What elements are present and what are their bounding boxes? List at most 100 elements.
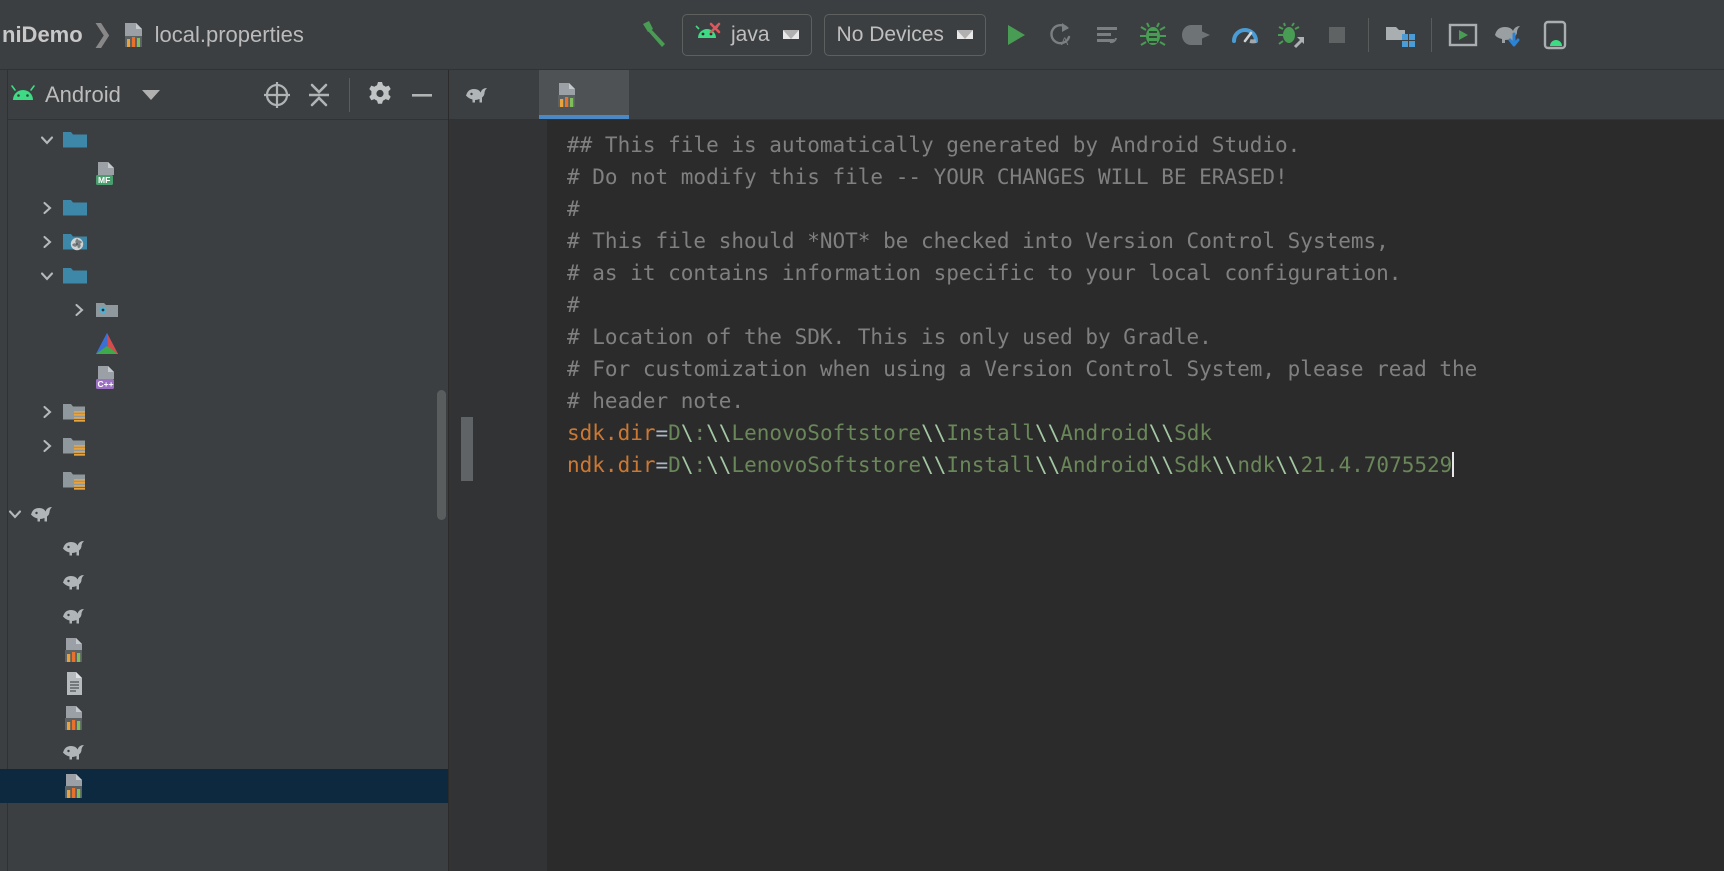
project-tree[interactable]: MF C++ <box>0 120 448 871</box>
project-view-selector[interactable]: Android <box>10 82 160 108</box>
line-number <box>449 161 547 193</box>
tree-row[interactable] <box>0 327 448 361</box>
modified-lines-marker <box>461 417 473 481</box>
line-number <box>449 321 547 353</box>
res-folder-icon <box>62 399 88 425</box>
line-number-gutter <box>449 120 547 871</box>
attach-debugger-icon[interactable] <box>1176 12 1222 58</box>
chevron-right-icon[interactable] <box>64 301 94 319</box>
tree-row[interactable] <box>0 429 448 463</box>
tree-row[interactable] <box>0 531 448 565</box>
attach-debugger-process-icon[interactable] <box>1268 12 1314 58</box>
code-comment: ## This file is automatically generated … <box>567 133 1301 157</box>
properties-file-icon <box>62 705 88 731</box>
chevron-right-icon[interactable] <box>32 437 62 455</box>
property-equals: = <box>655 453 669 477</box>
profiler-icon[interactable] <box>1222 12 1268 58</box>
apply-code-changes-icon[interactable] <box>1084 12 1130 58</box>
tree-row[interactable] <box>0 293 448 327</box>
build-hammer-icon[interactable] <box>630 12 676 58</box>
sdk-manager-icon[interactable] <box>1377 12 1423 58</box>
chevron-down-icon[interactable] <box>0 505 30 523</box>
breadcrumb-file-label: local.properties <box>154 21 304 47</box>
tree-row[interactable] <box>0 667 448 701</box>
code-line: # This file should *NOT* be checked into… <box>567 225 1724 257</box>
gear-icon[interactable] <box>360 75 400 115</box>
tree-row[interactable] <box>0 395 448 429</box>
editor-tab[interactable] <box>539 70 629 119</box>
code-line: # as it contains information specific to… <box>567 257 1724 289</box>
tree-row[interactable] <box>0 701 448 735</box>
line-number <box>449 353 547 385</box>
properties-file-icon <box>62 773 88 799</box>
gradle-icon <box>30 501 56 527</box>
folder-icon <box>62 127 88 153</box>
tree-row[interactable] <box>0 735 448 769</box>
tree-row[interactable]: MF <box>0 157 448 191</box>
tree-row[interactable]: C++ <box>0 361 448 395</box>
tree-row[interactable] <box>0 565 448 599</box>
chevron-down-icon[interactable] <box>32 131 62 149</box>
project-tool-window: Android MF C++ <box>0 70 449 871</box>
tree-row[interactable] <box>0 463 448 497</box>
minimize-icon[interactable] <box>402 75 442 115</box>
tree-row[interactable] <box>0 599 448 633</box>
property-value: D\:\\LenovoSoftstore\\Install\\Android\\… <box>668 453 1453 477</box>
collapse-all-icon[interactable] <box>299 75 339 115</box>
device-manager-icon[interactable] <box>1532 12 1578 58</box>
code-line: ## This file is automatically generated … <box>567 129 1724 161</box>
tree-row[interactable] <box>0 259 448 293</box>
folder-generated-icon <box>62 229 88 255</box>
line-number <box>449 193 547 225</box>
tree-row[interactable] <box>0 225 448 259</box>
run-configuration-selector[interactable]: java <box>682 13 812 56</box>
svg-text:MF: MF <box>98 175 110 185</box>
chevron-down-icon <box>782 30 799 39</box>
breadcrumb-item-project[interactable]: niDemo <box>0 20 89 50</box>
chevron-right-icon[interactable] <box>32 403 62 421</box>
res-folder-icon <box>62 433 88 459</box>
avd-manager-icon[interactable] <box>1440 12 1486 58</box>
tree-row[interactable] <box>0 123 448 157</box>
gradle-icon <box>62 535 88 561</box>
tree-row[interactable] <box>0 633 448 667</box>
project-view-label: Android <box>45 81 121 107</box>
editor-tab-bar <box>449 70 1724 120</box>
tree-row[interactable] <box>0 497 448 531</box>
gradle-icon <box>62 739 88 765</box>
device-selector[interactable]: No Devices <box>823 13 986 56</box>
gradle-sync-icon[interactable] <box>1486 12 1532 58</box>
android-studio-window: niDemo ❯ local.properties java No Device… <box>0 0 1724 871</box>
property-value: D\:\\LenovoSoftstore\\Install\\Android\\… <box>668 421 1213 445</box>
code-line: # <box>567 193 1724 225</box>
properties-file-icon <box>555 82 581 108</box>
apply-changes-icon[interactable]: A <box>1038 12 1084 58</box>
editor-pane[interactable]: ## This file is automatically generated … <box>449 120 1724 871</box>
folder-icon <box>62 195 88 221</box>
run-button[interactable] <box>992 12 1038 58</box>
toolbar-divider <box>1430 17 1432 52</box>
debug-bug-icon[interactable] <box>1130 12 1176 58</box>
project-panel-header: Android <box>0 70 448 120</box>
toolbar-divider <box>1367 17 1369 52</box>
chevron-down-icon <box>141 89 160 100</box>
code-line: ndk.dir=D\:\\LenovoSoftstore\\Install\\A… <box>567 449 1724 481</box>
chevron-down-icon[interactable] <box>32 267 62 285</box>
chevron-right-icon[interactable] <box>32 233 62 251</box>
crosshair-target-icon[interactable] <box>257 75 297 115</box>
editor-tab[interactable] <box>449 70 539 119</box>
stop-square-icon[interactable] <box>1314 12 1360 58</box>
code-line: sdk.dir=D\:\\LenovoSoftstore\\Install\\A… <box>567 417 1724 449</box>
tree-scrollbar[interactable] <box>437 390 446 520</box>
breadcrumb: niDemo ❯ local.properties <box>0 19 310 51</box>
tree-row[interactable] <box>0 769 448 803</box>
breadcrumb-item-file[interactable]: local.properties <box>116 20 310 50</box>
tree-row[interactable] <box>0 191 448 225</box>
code-content[interactable]: ## This file is automatically generated … <box>547 120 1724 871</box>
chevron-right-icon[interactable] <box>32 199 62 217</box>
gradle-icon <box>62 569 88 595</box>
line-number <box>449 225 547 257</box>
code-comment: # <box>567 293 580 317</box>
code-line: # For customization when using a Version… <box>567 353 1724 385</box>
project-panel-actions <box>257 75 442 115</box>
